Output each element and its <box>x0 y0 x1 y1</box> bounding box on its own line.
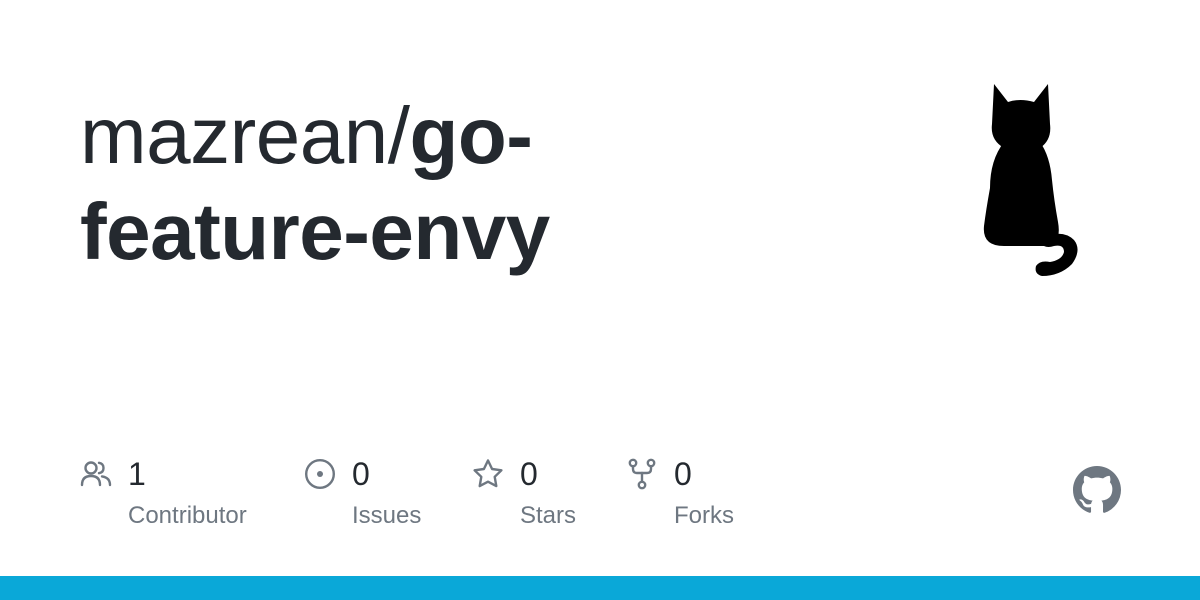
language-color-bar <box>0 576 1200 600</box>
issues-count: 0 <box>352 456 370 492</box>
star-icon <box>473 459 503 488</box>
repo-forked-icon <box>628 458 656 490</box>
cat-silhouette-icon <box>983 84 1078 276</box>
owner-avatar[interactable] <box>960 80 1100 280</box>
github-logo[interactable] <box>1073 466 1121 514</box>
social-preview-card: mazrean/go-feature-envy 1 Contributor 0 … <box>0 0 1200 600</box>
repo-name-part-2: feature-envy <box>80 187 550 276</box>
issues-label: Issues <box>352 502 422 529</box>
forks-count: 0 <box>674 456 692 492</box>
stars-count: 0 <box>520 456 538 492</box>
repo-title[interactable]: mazrean/go-feature-envy <box>80 88 840 280</box>
forks-label: Forks <box>674 502 734 529</box>
contributors-count: 1 <box>128 456 146 492</box>
contributors-label: Contributor <box>128 502 247 529</box>
people-icon <box>80 461 112 487</box>
repo-stats: 1 Contributor 0 Issues 0 Stars 0 Forks <box>80 452 840 542</box>
github-mark-icon <box>1073 466 1121 513</box>
repo-owner: mazrean/ <box>80 91 410 180</box>
stars-label: Stars <box>520 502 577 529</box>
issue-opened-icon <box>304 458 336 490</box>
repo-name-part-1: go- <box>409 91 533 180</box>
